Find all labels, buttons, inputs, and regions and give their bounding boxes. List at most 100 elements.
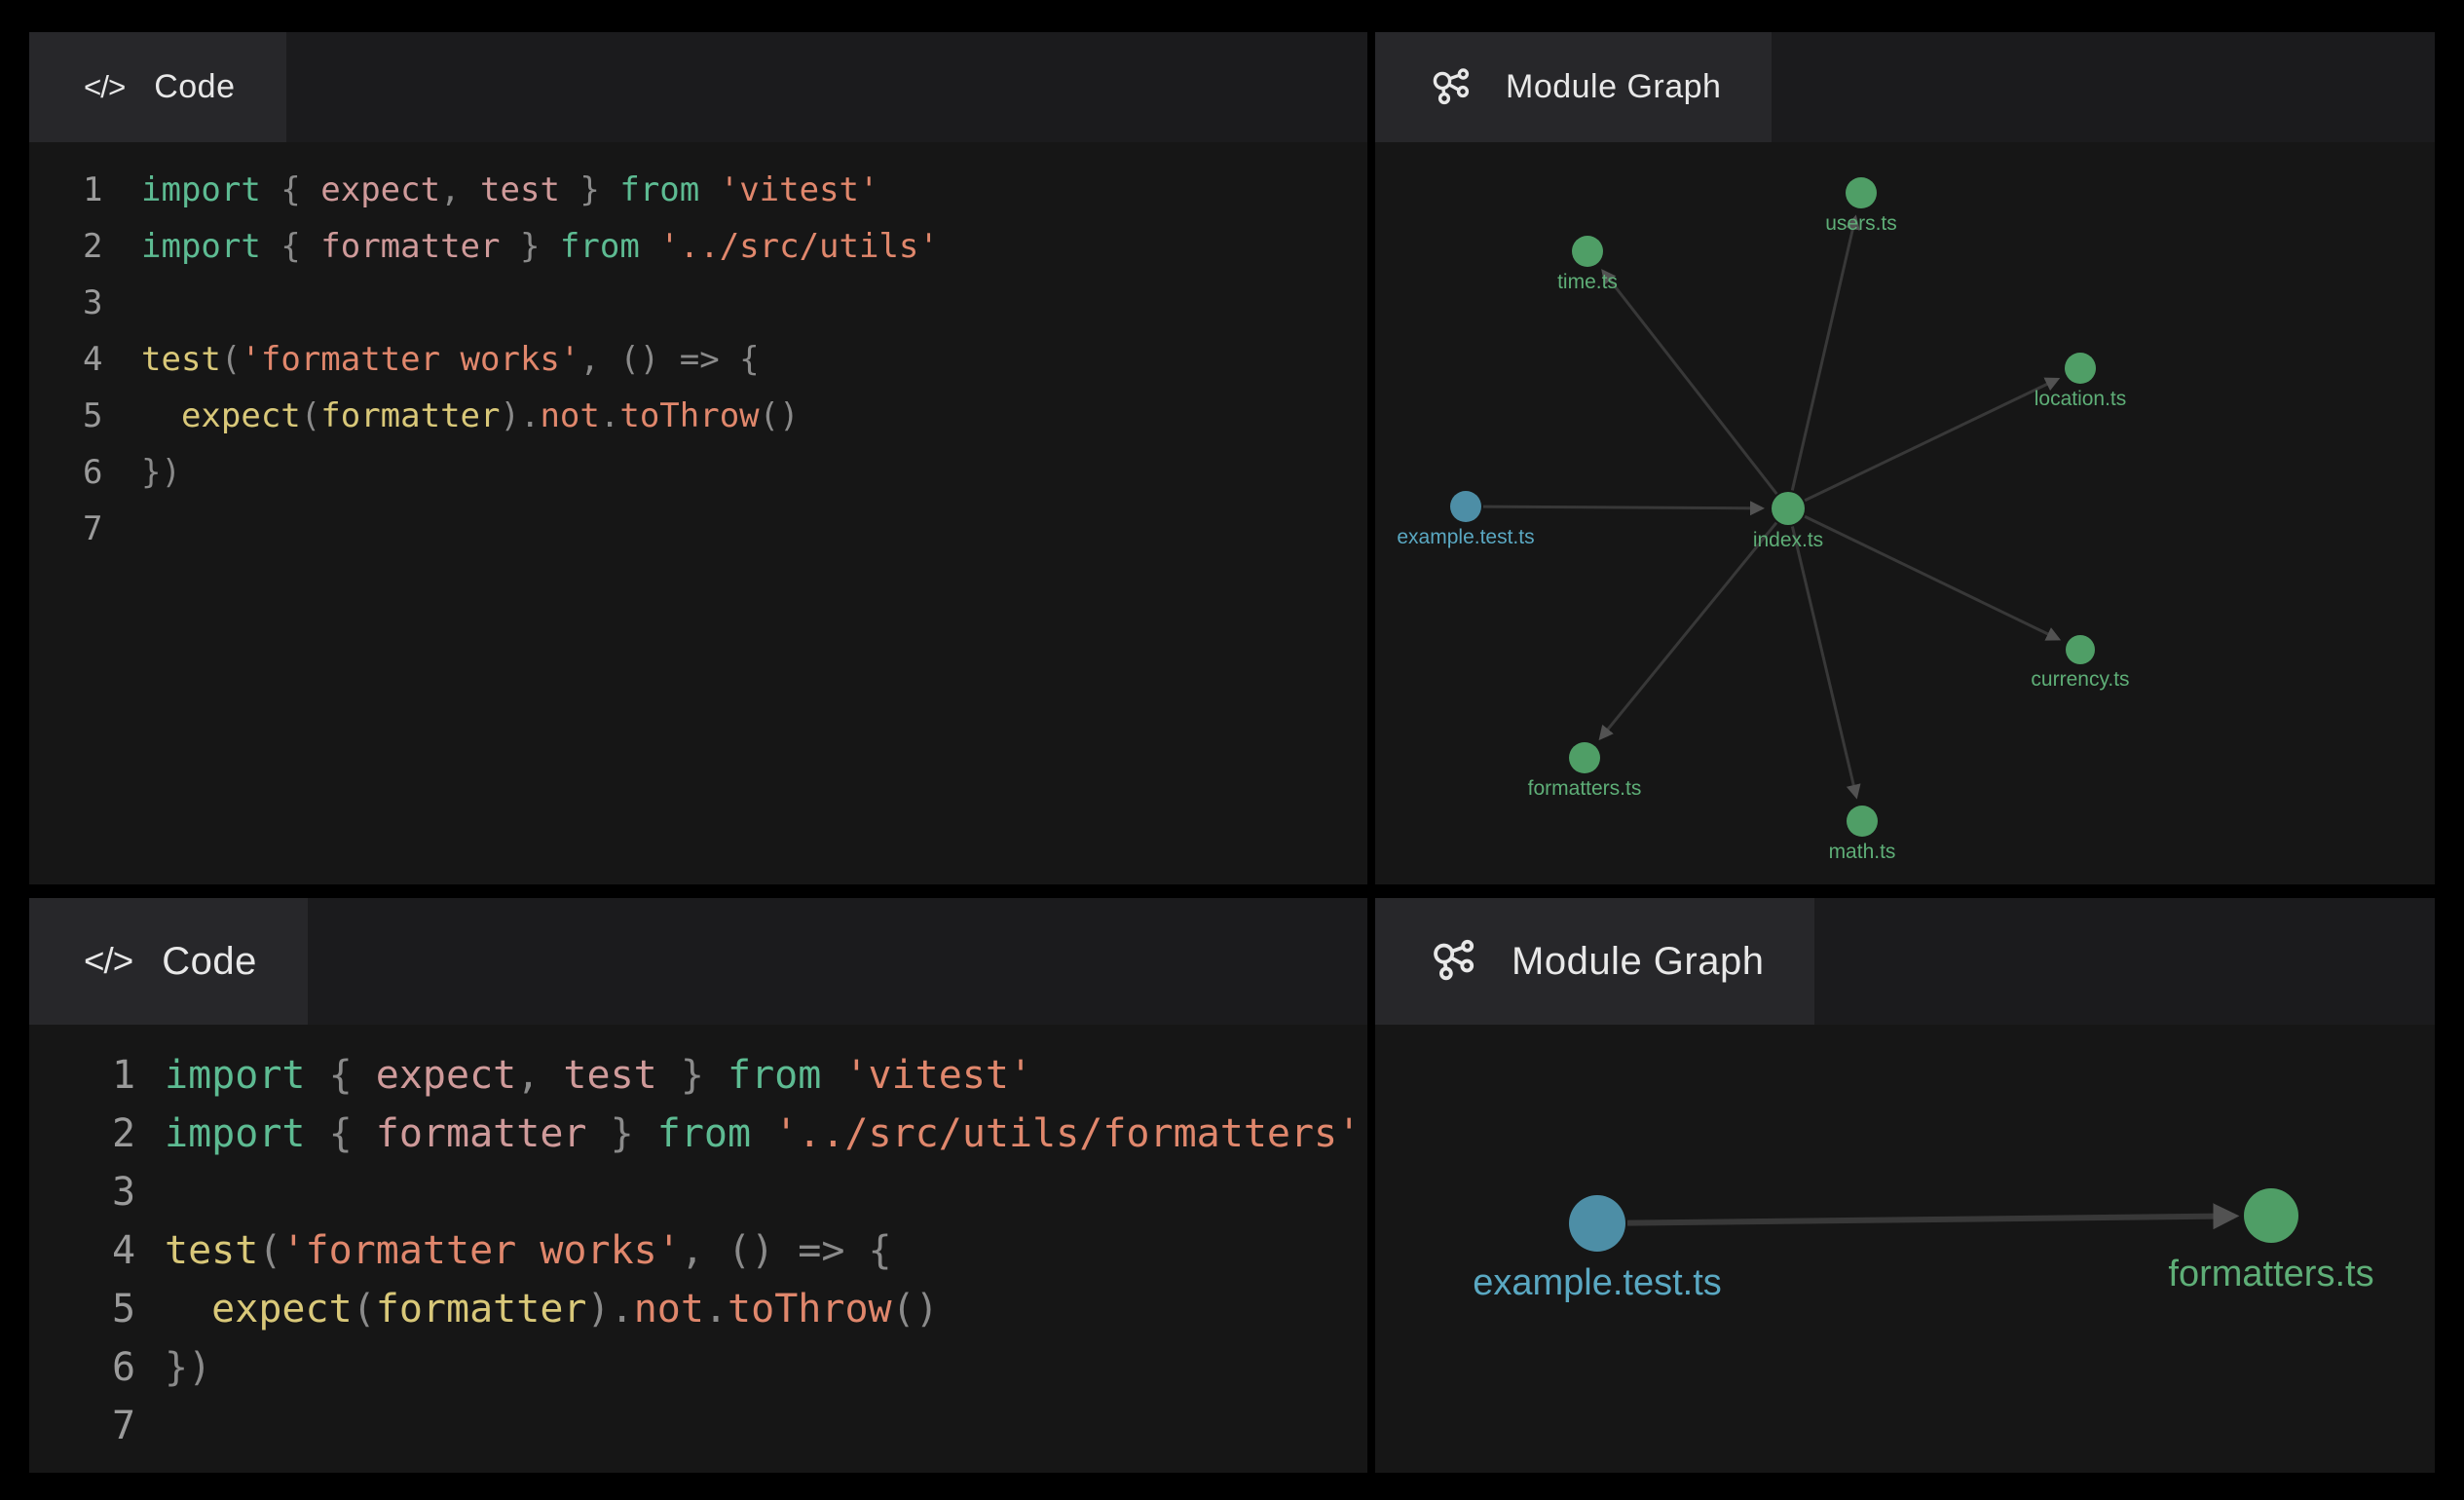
code-token: ( <box>301 396 320 435</box>
line-number: 7 <box>112 1397 165 1455</box>
code-token <box>751 1111 774 1156</box>
code-token: 'formatter works' <box>281 1228 680 1273</box>
code-token: } <box>500 227 559 266</box>
graph-node-label-formatters.ts[interactable]: formatters.ts <box>2168 1254 2373 1294</box>
code-line: 5 expect(formatter).not.toThrow() <box>83 388 1367 444</box>
module-graph-header-2: Module Graph <box>1375 898 2435 1025</box>
code-token: toThrow <box>619 396 759 435</box>
code-token: ( <box>353 1287 376 1331</box>
code-editor-2[interactable]: 1import { expect, test } from 'vitest'2i… <box>29 1025 1367 1473</box>
code-token: from <box>619 170 699 209</box>
graph-node-label-index.ts[interactable]: index.ts <box>1753 529 1823 551</box>
graph-edge-index-to-math <box>1792 526 1856 796</box>
code-token: () <box>760 396 800 435</box>
code-token: '../src/utils/formatters' <box>774 1111 1361 1156</box>
code-token: test <box>165 1228 258 1273</box>
graph-node-label-example.test.ts[interactable]: example.test.ts <box>1397 526 1534 548</box>
graph-node-label-currency.ts[interactable]: currency.ts <box>2031 668 2129 691</box>
graph-node-label-formatters.ts[interactable]: formatters.ts <box>1528 777 1642 800</box>
graph-node-math.ts[interactable] <box>1847 806 1878 837</box>
code-token: } <box>560 170 619 209</box>
graph-node-label-location.ts[interactable]: location.ts <box>2035 388 2127 410</box>
graph-edge-example-to-formatters <box>1627 1216 2234 1222</box>
graph-node-formatters.ts[interactable] <box>1569 742 1600 773</box>
line-number: 1 <box>112 1046 165 1105</box>
graph-node-label-users.ts[interactable]: users.ts <box>1825 212 1897 235</box>
example-row-1: </> Code 1import { expect, test } from '… <box>29 32 2435 884</box>
code-line: 7 <box>83 501 1367 557</box>
graph-edge-example-to-index <box>1483 506 1762 508</box>
code-token: not <box>540 396 599 435</box>
page-canvas: </> Code 1import { expect, test } from '… <box>0 0 2464 1500</box>
module-graph-canvas-2[interactable]: example.test.ts formatters.ts <box>1375 1025 2435 1473</box>
code-line: 4test('formatter works', () => { <box>112 1221 1367 1280</box>
code-token: formatter <box>376 1287 587 1331</box>
tab-module-graph-2[interactable]: Module Graph <box>1375 898 1814 1025</box>
code-token: 'vitest' <box>720 170 879 209</box>
code-token <box>699 170 719 209</box>
code-token: test <box>563 1053 656 1098</box>
code-token: }) <box>165 1345 211 1390</box>
code-line: 1import { expect, test } from 'vitest' <box>83 162 1367 218</box>
line-number: 6 <box>112 1338 165 1397</box>
code-line: 7 <box>112 1397 1367 1455</box>
code-token: ( <box>221 340 241 379</box>
line-number: 6 <box>83 444 141 501</box>
graph-node-time.ts[interactable] <box>1572 236 1603 267</box>
code-token: , () => { <box>579 340 759 379</box>
code-line: 6}) <box>112 1338 1367 1397</box>
code-token: . <box>704 1287 728 1331</box>
code-token: , <box>516 1053 563 1098</box>
graph-node-label-time.ts[interactable]: time.ts <box>1557 271 1618 293</box>
code-line: 2import { formatter } from '../src/utils… <box>112 1105 1367 1163</box>
code-token: '../src/utils' <box>659 227 939 266</box>
line-number: 4 <box>112 1221 165 1280</box>
graph-node-example.test.ts[interactable] <box>1450 491 1481 522</box>
code-token: import <box>141 170 261 209</box>
code-token: import <box>165 1111 306 1156</box>
graph-edge-index-to-formatters <box>1600 523 1776 738</box>
code-token: ). <box>587 1287 634 1331</box>
code-line: 3 <box>112 1163 1367 1221</box>
graph-edge-index-to-time <box>1603 271 1776 494</box>
module-graph-icon <box>1430 935 1482 988</box>
code-line: 1import { expect, test } from 'vitest' <box>112 1046 1367 1105</box>
tab-code-1[interactable]: </> Code <box>29 32 286 142</box>
code-token: { <box>261 227 320 266</box>
code-icon: </> <box>84 941 132 982</box>
line-number: 2 <box>83 218 141 275</box>
line-number: 1 <box>83 162 141 218</box>
graph-node-location.ts[interactable] <box>2065 353 2096 384</box>
tab-module-graph-label: Module Graph <box>1512 940 1764 984</box>
module-graph-svg-1: example.test.ts index.ts time.ts users.ts lo… <box>1375 142 2435 884</box>
tab-code-2[interactable]: </> Code <box>29 898 308 1025</box>
example-row-2: </> Code 1import { expect, test } from '… <box>29 898 2435 1473</box>
graph-node-label-example.test.ts[interactable]: example.test.ts <box>1473 1262 1722 1303</box>
code-line: 6}) <box>83 444 1367 501</box>
graph-node-users.ts[interactable] <box>1846 177 1877 208</box>
code-token <box>165 1287 211 1331</box>
tab-module-graph-1[interactable]: Module Graph <box>1375 32 1772 142</box>
graph-node-example.test.ts[interactable] <box>1569 1195 1625 1252</box>
graph-edge-index-to-users <box>1792 217 1855 490</box>
line-number: 2 <box>112 1105 165 1163</box>
graph-node-formatters.ts[interactable] <box>2244 1188 2298 1243</box>
code-panel-2: </> Code 1import { expect, test } from '… <box>29 898 1367 1473</box>
code-token: , () => { <box>681 1228 892 1273</box>
module-graph-canvas-1[interactable]: example.test.ts index.ts time.ts users.ts lo… <box>1375 142 2435 884</box>
code-panel-1: </> Code 1import { expect, test } from '… <box>29 32 1367 884</box>
code-token: 'vitest' <box>844 1053 1032 1098</box>
code-line: 2import { formatter } from '../src/utils… <box>83 218 1367 275</box>
code-token: test <box>141 340 221 379</box>
code-token: import <box>165 1053 306 1098</box>
code-editor-1[interactable]: 1import { expect, test } from 'vitest'2i… <box>29 142 1367 884</box>
code-token: , <box>440 170 480 209</box>
tab-code-label: Code <box>154 68 235 106</box>
graph-node-label-math.ts[interactable]: math.ts <box>1829 841 1896 863</box>
graph-node-index.ts[interactable] <box>1772 492 1805 525</box>
module-graph-panel-2: Module Graph example.test.ts formatters.t… <box>1375 898 2435 1473</box>
tab-module-graph-label: Module Graph <box>1506 68 1721 106</box>
code-token: formatter <box>320 396 500 435</box>
code-token: from <box>657 1111 751 1156</box>
graph-node-currency.ts[interactable] <box>2066 635 2095 664</box>
